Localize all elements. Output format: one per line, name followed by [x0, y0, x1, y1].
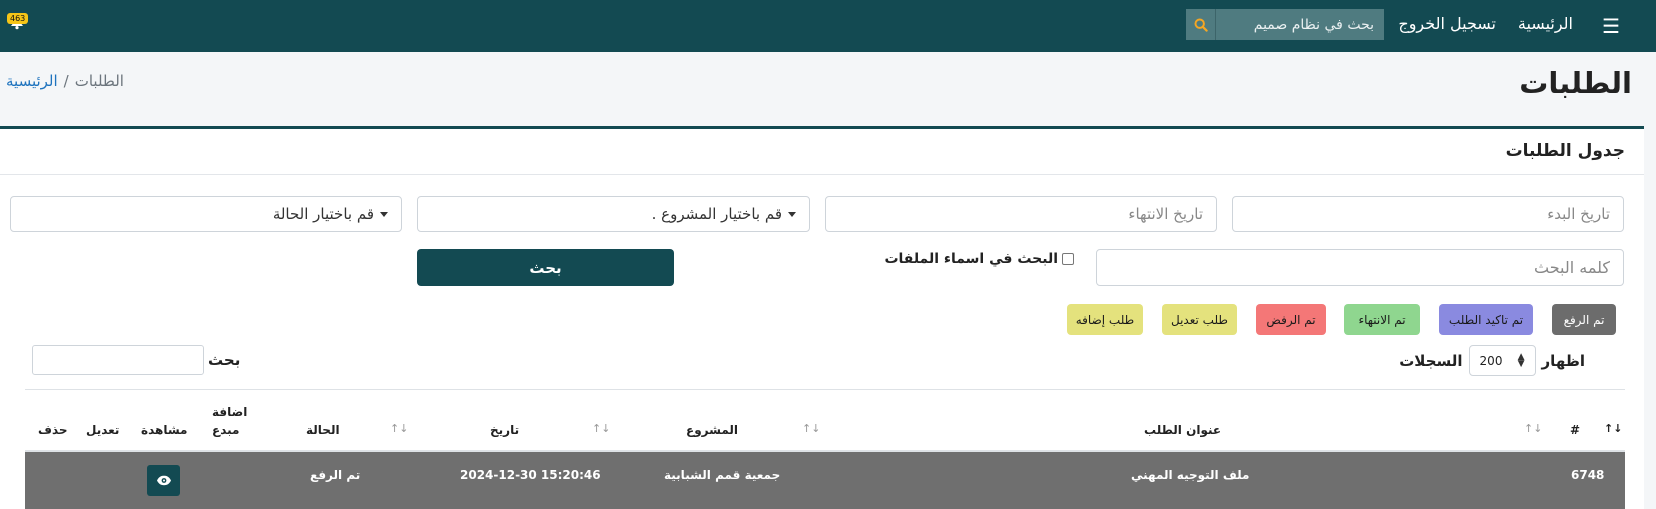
- menu-icon[interactable]: ☰: [1602, 14, 1620, 38]
- page-size-select[interactable]: 200 ▲ ▼: [1468, 345, 1536, 376]
- column-header-delete: حذف: [38, 423, 68, 437]
- sort-icon[interactable]: ↑↓: [592, 422, 610, 435]
- sort-icon[interactable]: ↑↓: [802, 422, 820, 435]
- entries-length: اظهار 200 ▲ ▼ السجلات: [1399, 345, 1585, 376]
- table-row: [25, 452, 1625, 509]
- status-completed-button[interactable]: تم الانتهاء: [1344, 304, 1420, 335]
- column-header-add-creative-line2: مبدع: [212, 423, 240, 437]
- breadcrumb-current: الطلبات: [74, 72, 124, 90]
- status-edit-request-button[interactable]: طلب تعديل: [1162, 304, 1237, 335]
- notification-badge: 463: [7, 13, 29, 24]
- status-select[interactable]: قم باختيار الحالة: [10, 196, 402, 232]
- nav-search-input[interactable]: [1216, 9, 1384, 40]
- column-header-number[interactable]: #: [1570, 423, 1580, 437]
- top-navbar: ☰ الرئيسية تسجيل الخروج 463: [0, 0, 1656, 52]
- eye-icon: [156, 475, 171, 486]
- keyword-input[interactable]: كلمه البحث: [1096, 249, 1624, 286]
- start-date-input[interactable]: تاريخ البدء: [1232, 196, 1624, 232]
- breadcrumb: الطلبات / الرئيسية: [6, 72, 124, 90]
- nav-search: [1186, 9, 1384, 40]
- cell-title: ملف التوجيه المهني: [1131, 468, 1250, 482]
- table-top-rule: [25, 389, 1625, 390]
- status-confirmed-button[interactable]: تم تاكيد الطلب: [1439, 304, 1533, 335]
- card-divider: [0, 174, 1644, 175]
- breadcrumb-home-link[interactable]: الرئيسية: [6, 72, 58, 90]
- filenames-search-option: البحث في اسماء الملفات: [884, 251, 1074, 267]
- table-search-label: بحث: [208, 351, 241, 369]
- status-rejected-button[interactable]: تم الرفض: [1256, 304, 1326, 335]
- table-search-input[interactable]: [32, 345, 204, 375]
- nav-logout-link[interactable]: تسجيل الخروج: [1398, 14, 1496, 33]
- filenames-checkbox[interactable]: [1062, 253, 1074, 265]
- sort-active-icon[interactable]: ↑↓: [1604, 422, 1622, 435]
- page-size-value: 200: [1479, 353, 1503, 368]
- chevron-down-icon: [788, 211, 796, 217]
- search-button[interactable]: بحث: [417, 249, 674, 286]
- cell-id: 6748: [1571, 468, 1605, 482]
- sort-icon[interactable]: ↑↓: [1524, 422, 1542, 435]
- sort-updown-icon: ▲ ▼: [1517, 351, 1525, 369]
- chevron-down-icon: [380, 211, 388, 217]
- card-title: جدول الطلبات: [1505, 141, 1625, 161]
- column-header-title[interactable]: عنوان الطلب: [1144, 423, 1221, 437]
- nav-search-button[interactable]: [1186, 9, 1216, 40]
- sort-icon[interactable]: ↑↓: [390, 422, 408, 435]
- column-header-edit: تعديل: [86, 423, 120, 437]
- column-header-project[interactable]: المشروع: [686, 423, 738, 437]
- column-header-date[interactable]: تاريخ: [490, 423, 519, 437]
- column-header-view: مشاهدة: [141, 423, 188, 437]
- cell-date: 2024-12-30 15:20:46: [460, 468, 601, 482]
- breadcrumb-separator: /: [63, 72, 69, 90]
- nav-home-link[interactable]: الرئيسية: [1518, 14, 1573, 33]
- end-date-input[interactable]: تاريخ الانتهاء: [825, 196, 1217, 232]
- table-search: بحث: [32, 345, 240, 375]
- project-select-value: . قم باختيار المشروع: [651, 205, 782, 223]
- status-select-value: قم باختيار الحالة: [272, 205, 374, 223]
- show-label: اظهار: [1541, 351, 1585, 370]
- status-add-request-button[interactable]: طلب إضافه: [1067, 304, 1143, 335]
- cell-project: جمعية قمم الشبابية: [664, 468, 781, 482]
- page-title: الطلبات: [1519, 66, 1632, 100]
- column-header-status[interactable]: الحالة: [306, 423, 340, 437]
- search-icon: [1194, 18, 1208, 32]
- records-label: السجلات: [1399, 351, 1463, 370]
- project-select[interactable]: . قم باختيار المشروع: [417, 196, 810, 232]
- cell-status: تم الرفع: [310, 468, 361, 482]
- view-button[interactable]: [147, 465, 180, 496]
- column-header-add-creative-line1: اضافة: [212, 405, 248, 419]
- page-edge: [1644, 52, 1656, 509]
- filenames-checkbox-label: البحث في اسماء الملفات: [884, 251, 1058, 267]
- status-uploaded-button[interactable]: تم الرفع: [1552, 304, 1616, 335]
- page-header: [0, 52, 1656, 126]
